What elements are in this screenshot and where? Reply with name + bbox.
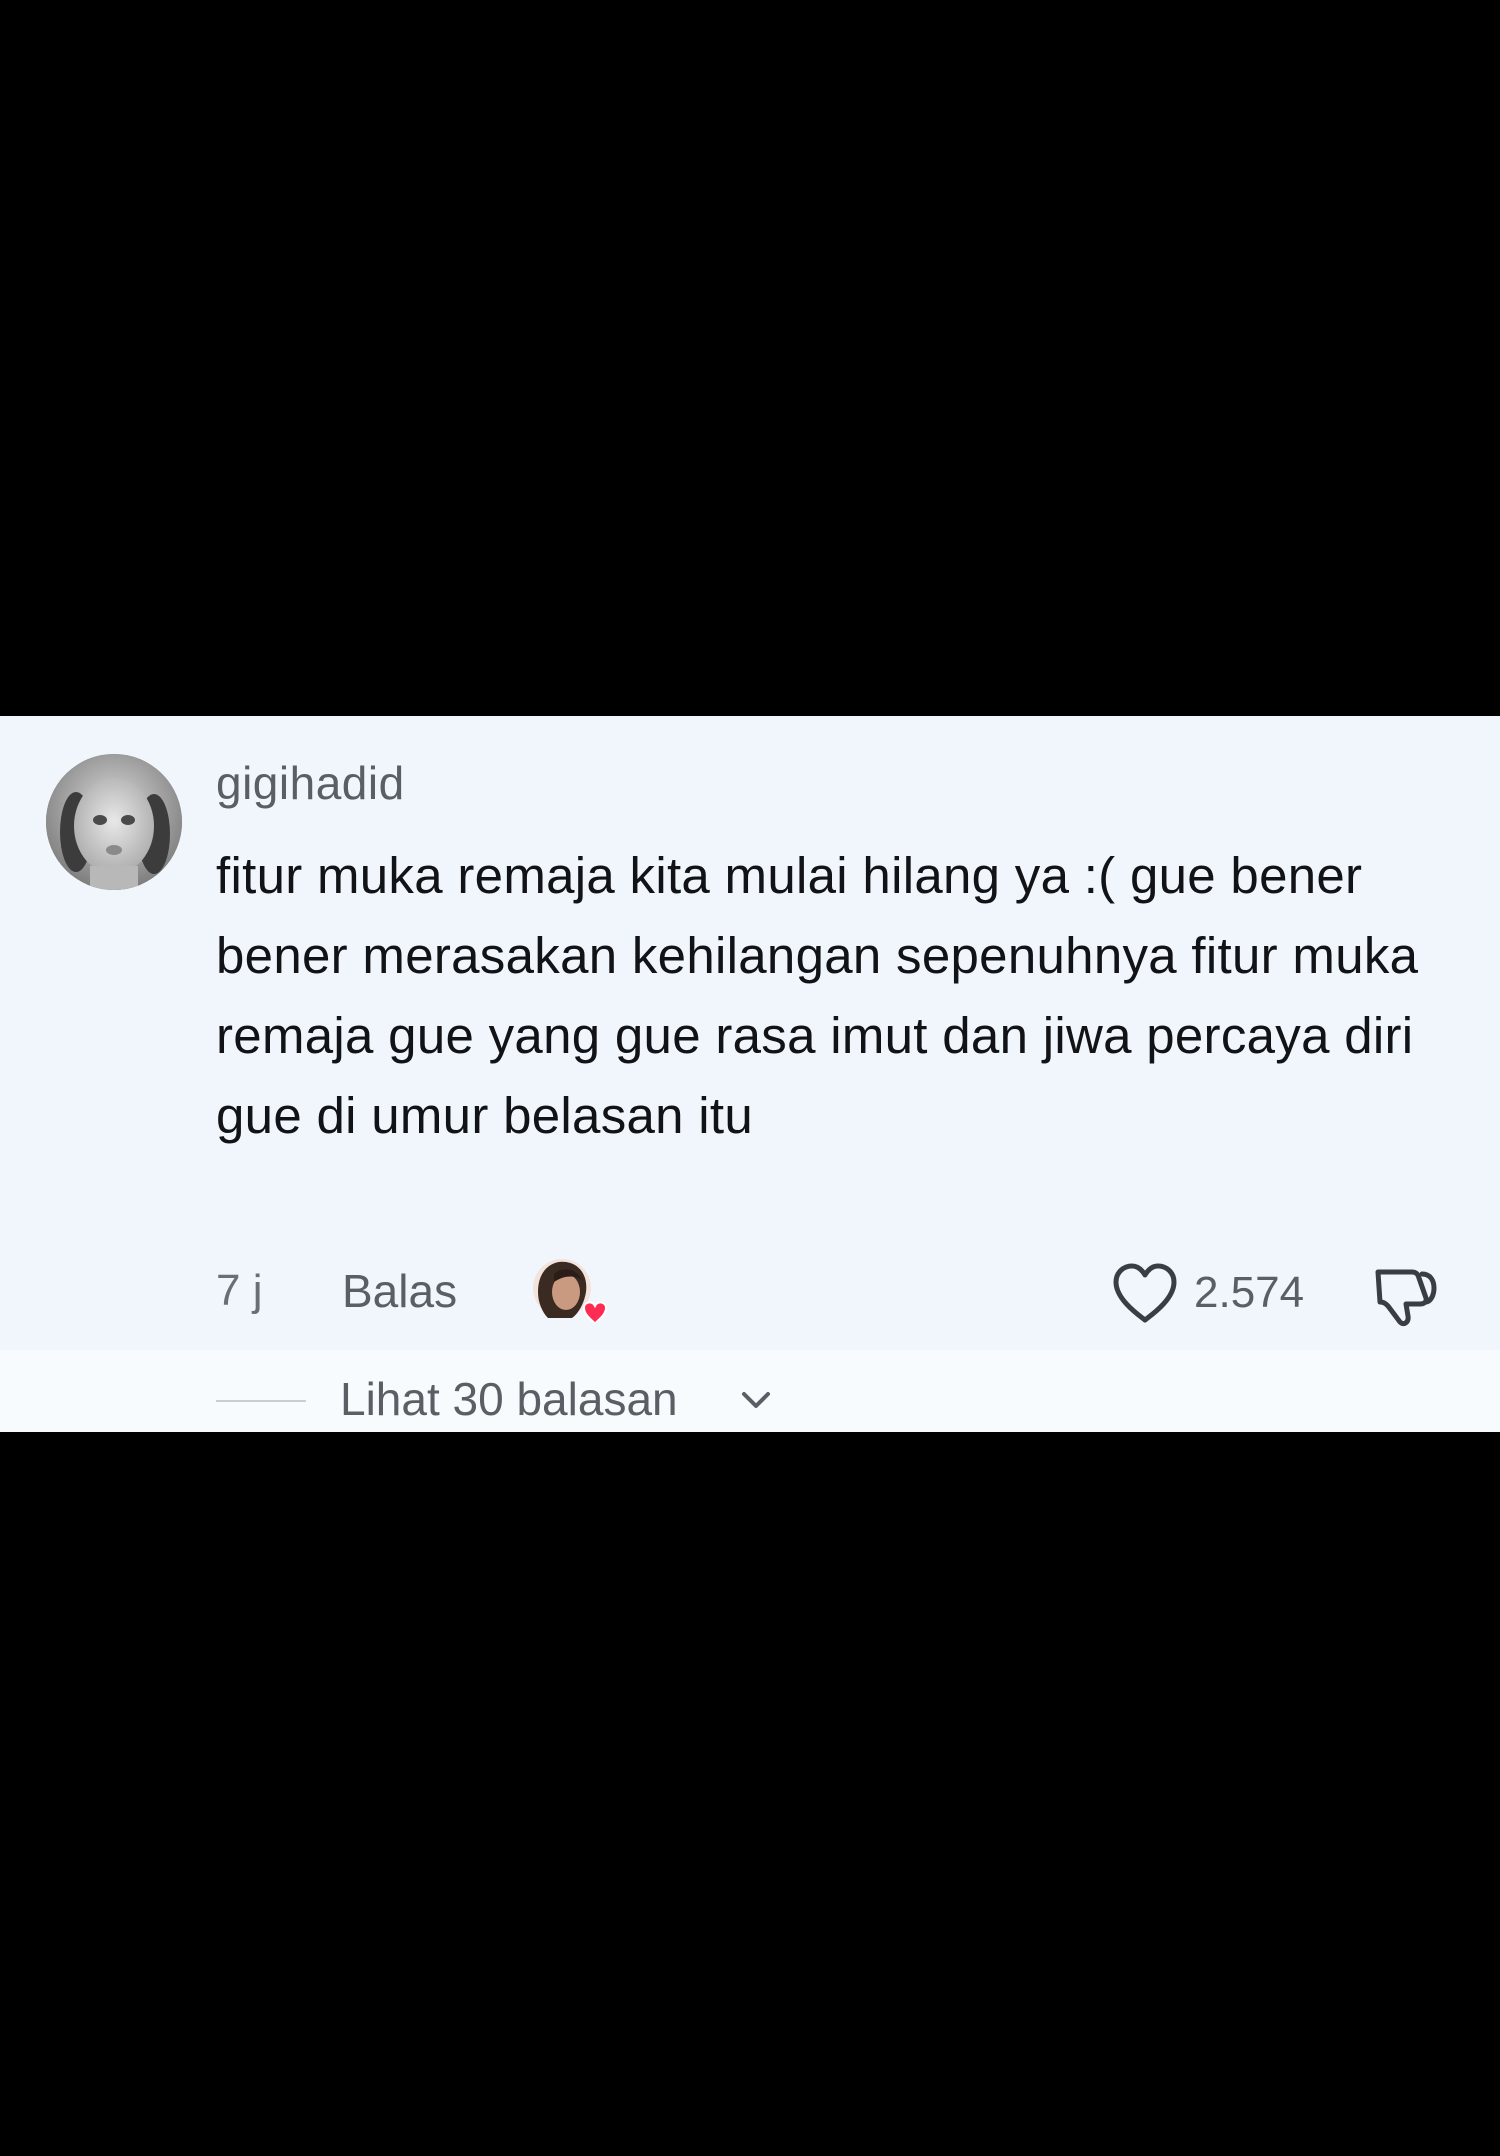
thumbs-down-icon[interactable] [1372, 1262, 1440, 1330]
heart-outline-icon[interactable] [1110, 1262, 1180, 1326]
chevron-down-icon [740, 1390, 772, 1412]
view-replies-label: Lihat 30 balasan [340, 1373, 678, 1425]
like-count: 2.574 [1194, 1268, 1305, 1317]
reply-button[interactable]: Balas [342, 1264, 457, 1318]
letterbox-bottom [0, 1432, 1500, 2156]
username[interactable]: gigihadid [216, 756, 405, 810]
divider-line [216, 1400, 306, 1402]
avatar-image [46, 754, 182, 890]
avatar[interactable] [46, 754, 182, 890]
comment-text: fitur muka remaja kita mulai hilang ya :… [216, 847, 1419, 1144]
letterbox-top [0, 0, 1500, 716]
creator-liked-heart-icon [532, 1258, 608, 1330]
comment-card: gigihadid fitur muka remaja kita mulai h… [0, 716, 1500, 1432]
comment-actions: 7 j Balas 2.574 [0, 1256, 1500, 1336]
timestamp: 7 j [216, 1266, 263, 1315]
